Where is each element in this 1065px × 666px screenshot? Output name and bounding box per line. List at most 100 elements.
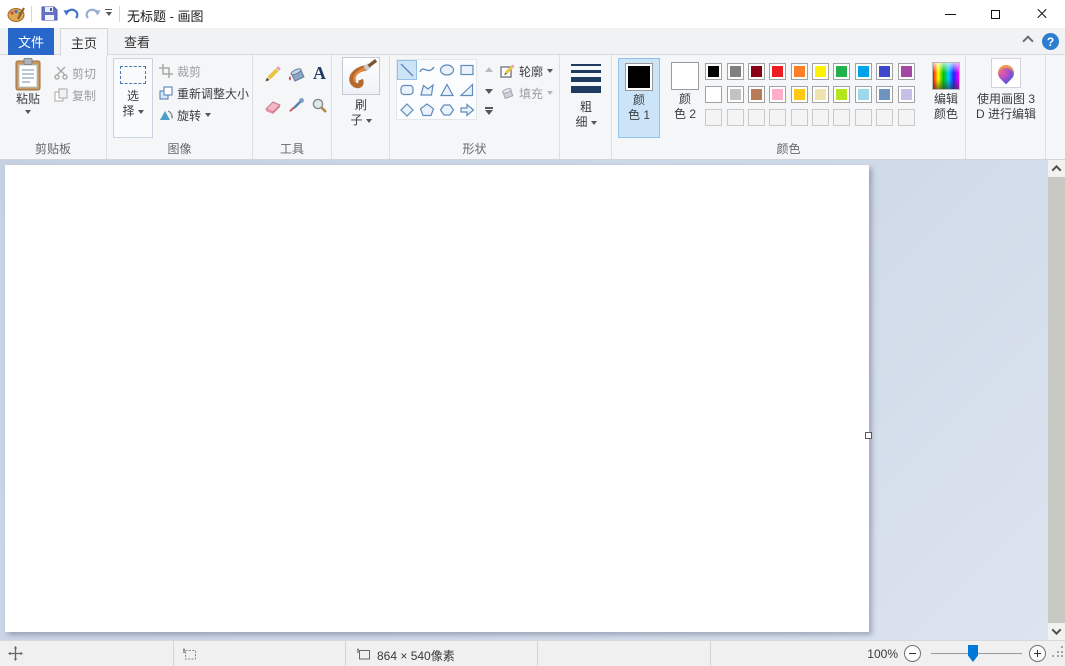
color2-button[interactable]: 颜 色 2	[664, 58, 706, 138]
selection-size-icon	[183, 648, 197, 663]
paste-button[interactable]: 粘贴	[6, 58, 50, 138]
color-swatch[interactable]	[855, 63, 872, 80]
resize-button[interactable]: 重新调整大小	[159, 84, 249, 102]
color-swatch-empty[interactable]	[833, 109, 850, 126]
eraser-tool-button[interactable]	[262, 95, 283, 116]
undo-button[interactable]	[63, 6, 79, 26]
text-tool-button[interactable]: A	[309, 63, 330, 84]
edit-colors-button[interactable]: 编辑 颜色	[926, 58, 966, 138]
color-swatch[interactable]	[876, 63, 893, 80]
crop-button[interactable]: 裁剪	[159, 62, 201, 80]
zoom-in-button[interactable]	[1029, 645, 1046, 662]
color-swatch[interactable]	[705, 63, 722, 80]
shape-ellipse[interactable]	[437, 60, 457, 80]
color-swatch[interactable]	[748, 63, 765, 80]
help-button[interactable]: ?	[1042, 33, 1059, 50]
color-swatch[interactable]	[705, 86, 722, 103]
color-swatch-empty[interactable]	[769, 109, 786, 126]
paint3d-icon	[991, 58, 1021, 88]
zoom-slider-thumb[interactable]	[968, 645, 978, 662]
color1-label-line2: 色 1	[628, 108, 650, 123]
color-swatch-empty[interactable]	[898, 109, 915, 126]
palette-row-3	[703, 107, 917, 130]
color-swatch-empty[interactable]	[812, 109, 829, 126]
size-button[interactable]: 粗 细	[565, 58, 607, 140]
zoom-out-button[interactable]	[904, 645, 921, 662]
color-swatch-empty[interactable]	[876, 109, 893, 126]
color-swatch[interactable]	[898, 86, 915, 103]
triangle-up-icon	[485, 67, 493, 72]
shape-polygon[interactable]	[417, 80, 437, 100]
maximize-button[interactable]	[973, 0, 1018, 28]
copy-button[interactable]: 复制	[54, 86, 96, 104]
outline-button[interactable]: 轮廓	[500, 62, 553, 80]
tab-view[interactable]: 查看	[114, 28, 160, 55]
color-swatch[interactable]	[812, 86, 829, 103]
color-swatch-empty[interactable]	[705, 109, 722, 126]
save-button[interactable]	[41, 5, 58, 27]
chevron-down-icon	[1052, 625, 1062, 635]
paste-label: 粘贴	[16, 92, 40, 107]
fill-button[interactable]: 填充	[500, 84, 553, 102]
color-picker-tool-button[interactable]	[286, 95, 307, 116]
color-swatch[interactable]	[833, 63, 850, 80]
select-button[interactable]: 选 择	[113, 58, 153, 138]
color-swatch[interactable]	[791, 63, 808, 80]
color-swatch[interactable]	[769, 63, 786, 80]
redo-button[interactable]	[85, 6, 101, 26]
scroll-up-button[interactable]	[1048, 160, 1065, 177]
color-swatch[interactable]	[833, 86, 850, 103]
color-swatch[interactable]	[812, 63, 829, 80]
shape-hexagon[interactable]	[437, 100, 457, 120]
color1-button[interactable]: 颜 色 1	[618, 58, 660, 138]
close-button[interactable]	[1018, 0, 1065, 28]
color-swatch[interactable]	[769, 86, 786, 103]
drawing-canvas[interactable]	[5, 165, 869, 632]
shapes-scroll-up-button[interactable]	[482, 61, 495, 77]
shape-right-triangle[interactable]	[457, 80, 477, 100]
canvas-resize-handle-right[interactable]	[865, 432, 872, 439]
minimize-button[interactable]	[928, 0, 973, 28]
rotate-button[interactable]: 旋转	[159, 106, 211, 124]
magnifier-tool-button[interactable]	[309, 95, 330, 116]
shape-rounded-rectangle[interactable]	[397, 80, 417, 100]
tab-file[interactable]: 文件	[8, 28, 54, 55]
shapes-more-button[interactable]	[482, 103, 495, 119]
shape-curve[interactable]	[417, 60, 437, 80]
color-swatch[interactable]	[898, 63, 915, 80]
color-swatch-empty[interactable]	[855, 109, 872, 126]
shape-pentagon[interactable]	[417, 100, 437, 120]
group-label-clipboard: 剪贴板	[0, 140, 106, 157]
color-swatch[interactable]	[748, 86, 765, 103]
cut-button[interactable]: 剪切	[54, 64, 96, 82]
scrollbar-thumb[interactable]	[1048, 177, 1065, 623]
color-swatch-empty[interactable]	[748, 109, 765, 126]
color-swatch[interactable]	[727, 86, 744, 103]
palette-row-1	[703, 61, 917, 84]
shape-triangle[interactable]	[437, 80, 457, 100]
brush-label-line1: 刷	[355, 98, 367, 113]
qat-customize-button[interactable]	[105, 9, 112, 16]
shape-rectangle[interactable]	[457, 60, 477, 80]
color-swatch-empty[interactable]	[791, 109, 808, 126]
window-resize-grip[interactable]	[1052, 646, 1064, 658]
color-swatch-empty[interactable]	[727, 109, 744, 126]
pencil-tool-button[interactable]	[262, 63, 283, 84]
brushes-button[interactable]: 刷 子	[340, 57, 382, 143]
tab-home[interactable]: 主页	[60, 28, 108, 56]
color-swatch[interactable]	[876, 86, 893, 103]
divider	[345, 641, 346, 666]
shape-diamond[interactable]	[397, 100, 417, 120]
shapes-scroll-down-button[interactable]	[482, 83, 495, 99]
shape-arrow-right[interactable]	[457, 100, 477, 120]
color-swatch[interactable]	[791, 86, 808, 103]
fill-tool-button[interactable]	[286, 63, 307, 84]
shape-line[interactable]	[397, 60, 417, 80]
fill-bucket-icon	[287, 65, 306, 83]
vertical-scrollbar[interactable]	[1048, 160, 1065, 640]
scroll-down-button[interactable]	[1048, 623, 1065, 640]
color-swatch[interactable]	[727, 63, 744, 80]
edit-with-paint3d-button[interactable]: 使用画图 3 D 进行编辑	[970, 58, 1042, 144]
color-swatch[interactable]	[855, 86, 872, 103]
collapse-ribbon-button[interactable]	[1024, 37, 1038, 51]
